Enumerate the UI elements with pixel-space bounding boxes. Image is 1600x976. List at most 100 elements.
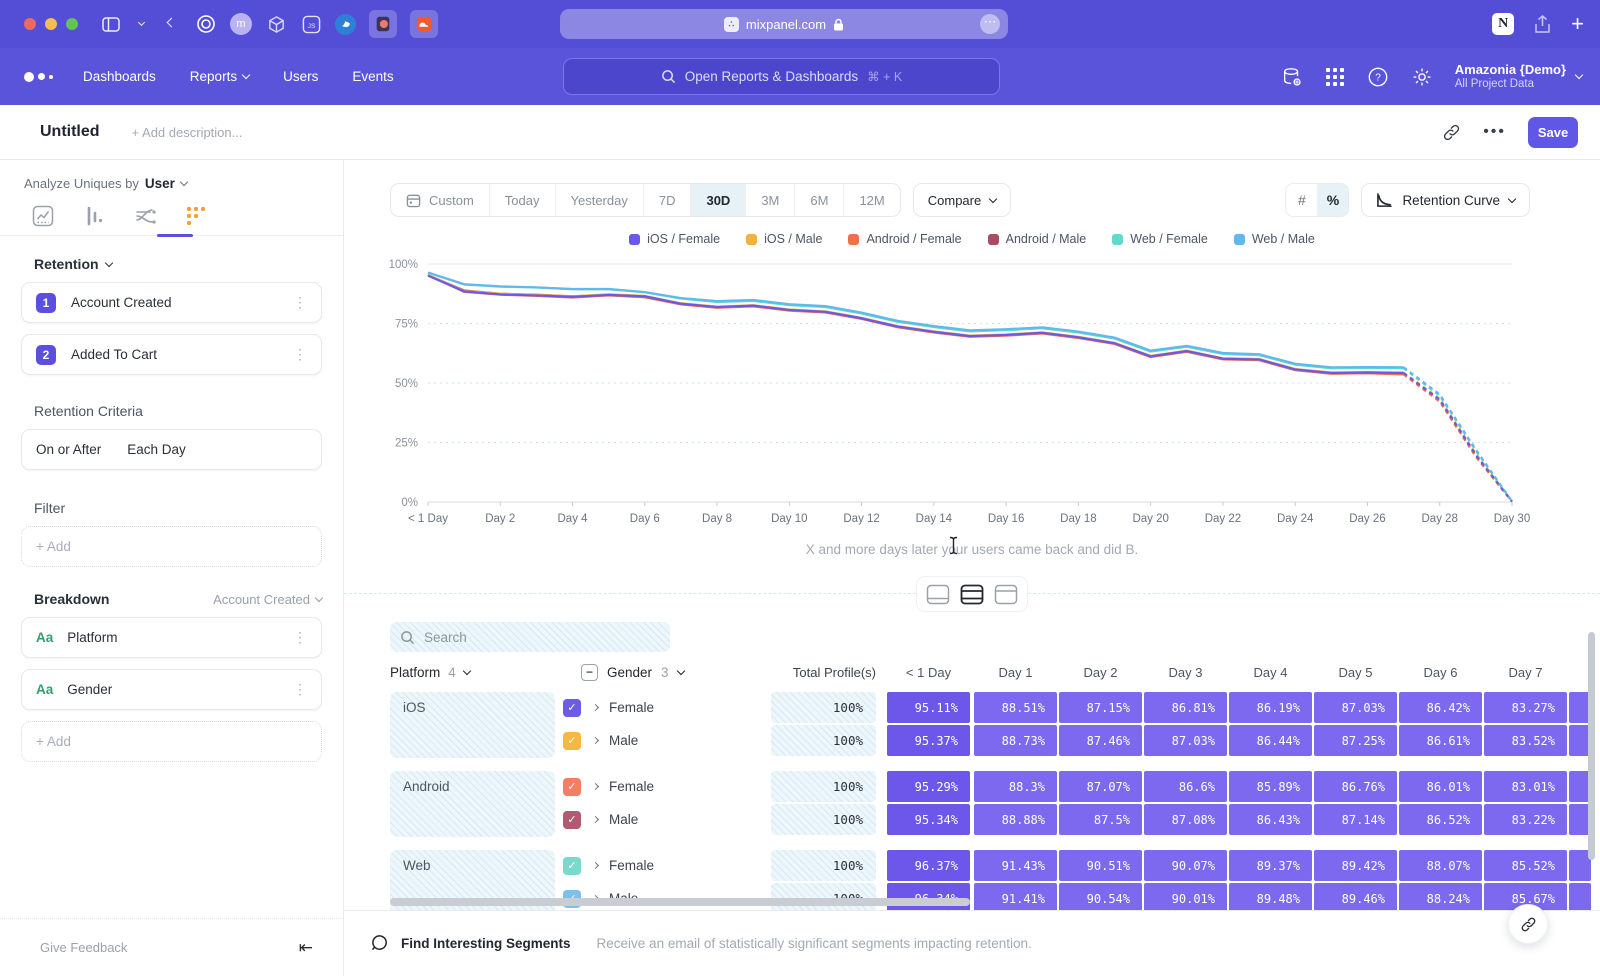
address-bar[interactable]: ∴ mixpanel.com ⋯ bbox=[560, 9, 1008, 39]
retention-cell[interactable]: 87.03% bbox=[1144, 725, 1227, 756]
expand-row-icon[interactable] bbox=[592, 704, 599, 711]
series-line-web-male[interactable] bbox=[428, 273, 1404, 368]
range-6m[interactable]: 6M bbox=[795, 184, 844, 216]
retention-cell[interactable]: 86.44% bbox=[1229, 725, 1312, 756]
layout-split-icon[interactable] bbox=[959, 581, 985, 607]
retention-cell[interactable]: 87.5% bbox=[1059, 804, 1142, 835]
platform-group-cell[interactable]: Android bbox=[390, 771, 555, 837]
retention-cell[interactable]: 83.01% bbox=[1484, 771, 1567, 802]
minimize-window-icon[interactable] bbox=[45, 18, 57, 30]
extension-soundcloud-icon[interactable] bbox=[410, 10, 438, 38]
save-button[interactable]: Save bbox=[1528, 117, 1578, 148]
nav-item-dashboards[interactable]: Dashboards bbox=[83, 69, 156, 84]
segments-title[interactable]: Find Interesting Segments bbox=[401, 936, 571, 951]
retention-cell[interactable]: 85.89% bbox=[1229, 771, 1312, 802]
share-icon[interactable] bbox=[1534, 15, 1551, 34]
legend-item[interactable]: Android / Male bbox=[988, 232, 1087, 246]
expand-row-icon[interactable] bbox=[592, 816, 599, 823]
legend-item[interactable]: iOS / Female bbox=[629, 232, 720, 246]
retention-cell[interactable]: 90.54% bbox=[1059, 883, 1142, 910]
new-tab-icon[interactable]: + bbox=[1571, 11, 1584, 37]
range-yesterday[interactable]: Yesterday bbox=[556, 184, 644, 216]
retention-cell[interactable]: 87.03% bbox=[1314, 692, 1397, 723]
gender-column-header[interactable]: − Gender 3 bbox=[581, 664, 684, 681]
total-profiles-header[interactable]: Total Profile(s) bbox=[771, 665, 876, 680]
expand-row-icon[interactable] bbox=[592, 862, 599, 869]
vertical-scrollbar[interactable] bbox=[1588, 632, 1595, 860]
retention-section-label[interactable]: Retention bbox=[34, 256, 322, 272]
day-column-header[interactable]: Day 5 bbox=[1314, 665, 1397, 680]
site-options-icon[interactable]: ⋯ bbox=[980, 14, 1000, 34]
retention-cell[interactable]: 90.01% bbox=[1144, 883, 1227, 910]
extension-js-icon[interactable]: JS bbox=[300, 13, 322, 35]
retention-cell[interactable]: 85.52% bbox=[1484, 850, 1567, 881]
legend-item[interactable]: Android / Female bbox=[848, 232, 961, 246]
retention-cell[interactable]: 87.07% bbox=[1059, 771, 1142, 802]
breakdown-gender[interactable]: Aa Gender ⋮ bbox=[21, 669, 322, 710]
range-custom[interactable]: Custom bbox=[391, 184, 490, 216]
criteria-mode[interactable]: On or After bbox=[36, 442, 101, 457]
extension-cube-icon[interactable] bbox=[265, 13, 287, 35]
extension-target-icon[interactable] bbox=[195, 13, 217, 35]
add-filter-button[interactable]: + Add bbox=[21, 526, 322, 567]
retention-cell[interactable]: 87.25% bbox=[1314, 725, 1397, 756]
tab-insights[interactable] bbox=[32, 205, 56, 229]
retention-cell[interactable]: 83.27% bbox=[1484, 692, 1567, 723]
retention-cell[interactable]: 86.61% bbox=[1399, 725, 1482, 756]
table-search-input[interactable]: Search bbox=[390, 622, 670, 652]
retention-cell[interactable]: 91.43% bbox=[974, 850, 1057, 881]
nav-item-users[interactable]: Users bbox=[283, 69, 318, 84]
retention-cell[interactable]: 89.37% bbox=[1229, 850, 1312, 881]
notion-extension-icon[interactable]: N bbox=[1492, 13, 1514, 35]
range-12m[interactable]: 12M bbox=[844, 184, 899, 216]
compare-button[interactable]: Compare bbox=[913, 183, 1011, 217]
maximize-window-icon[interactable] bbox=[66, 18, 78, 30]
apps-grid-icon[interactable] bbox=[1325, 67, 1345, 87]
retention-line-chart[interactable]: 0%25%50%75%100%< 1 DayDay 2Day 4Day 6Day… bbox=[344, 252, 1600, 537]
day-column-header[interactable]: Day 2 bbox=[1059, 665, 1142, 680]
retention-cell[interactable]: 95.29% bbox=[887, 771, 970, 802]
nav-item-events[interactable]: Events bbox=[352, 69, 393, 84]
series-line-ios-female[interactable] bbox=[1404, 373, 1512, 502]
legend-item[interactable]: iOS / Male bbox=[746, 232, 822, 246]
retention-cell[interactable]: 86.42% bbox=[1399, 692, 1482, 723]
retention-cell[interactable]: 86.6% bbox=[1144, 771, 1227, 802]
retention-cell[interactable]: 86.43% bbox=[1229, 804, 1312, 835]
retention-step-b[interactable]: 2 Added To Cart ⋮ bbox=[21, 334, 322, 375]
back-icon[interactable] bbox=[160, 13, 182, 35]
kebab-menu-icon[interactable]: ⋮ bbox=[293, 294, 307, 311]
series-checkbox[interactable]: ✓ bbox=[563, 811, 581, 829]
mixpanel-logo-icon[interactable] bbox=[24, 72, 53, 82]
share-link-floating-button[interactable] bbox=[1508, 904, 1548, 944]
series-line-android-male[interactable] bbox=[1404, 374, 1512, 502]
retention-cell[interactable]: 86.19% bbox=[1229, 692, 1312, 723]
sidebar-toggle-icon[interactable] bbox=[100, 13, 122, 35]
analyze-uniques-control[interactable]: Analyze Uniques by User bbox=[0, 160, 343, 191]
retention-cell[interactable]: 88.73% bbox=[974, 725, 1057, 756]
retention-cell[interactable]: 86.81% bbox=[1144, 692, 1227, 723]
project-switcher[interactable]: Amazonia {Demo} All Project Data bbox=[1455, 62, 1582, 91]
series-checkbox[interactable]: ✓ bbox=[563, 732, 581, 750]
kebab-menu-icon[interactable]: ⋮ bbox=[293, 629, 307, 646]
retention-cell[interactable]: 83.22% bbox=[1484, 804, 1567, 835]
breakdown-platform[interactable]: Aa Platform ⋮ bbox=[21, 617, 322, 658]
retention-cell[interactable]: 88.88% bbox=[974, 804, 1057, 835]
retention-cell[interactable]: 88.51% bbox=[974, 692, 1057, 723]
expand-row-icon[interactable] bbox=[592, 737, 599, 744]
day-column-header[interactable]: Day 6 bbox=[1399, 665, 1482, 680]
retention-cell[interactable]: 89.42% bbox=[1314, 850, 1397, 881]
more-options-icon[interactable]: ••• bbox=[1483, 123, 1506, 141]
interesting-segments-bar[interactable]: Find Interesting Segments Receive an ema… bbox=[344, 910, 1600, 976]
platform-column-header[interactable]: Platform 4 bbox=[390, 665, 470, 680]
day-column-header[interactable]: < 1 Day bbox=[887, 665, 970, 680]
series-checkbox[interactable]: ✓ bbox=[563, 699, 581, 717]
day-column-header[interactable]: Day 4 bbox=[1229, 665, 1312, 680]
retention-cell[interactable]: 89.46% bbox=[1314, 883, 1397, 910]
report-title[interactable]: Untitled bbox=[40, 123, 100, 141]
tab-funnels[interactable] bbox=[83, 205, 107, 229]
retention-step-a[interactable]: 1 Account Created ⋮ bbox=[21, 282, 322, 323]
nav-item-reports[interactable]: Reports bbox=[190, 69, 249, 84]
retention-cell[interactable]: 83.52% bbox=[1484, 725, 1567, 756]
analyze-value[interactable]: User bbox=[145, 176, 175, 191]
retention-cell[interactable]: 89.48% bbox=[1229, 883, 1312, 910]
